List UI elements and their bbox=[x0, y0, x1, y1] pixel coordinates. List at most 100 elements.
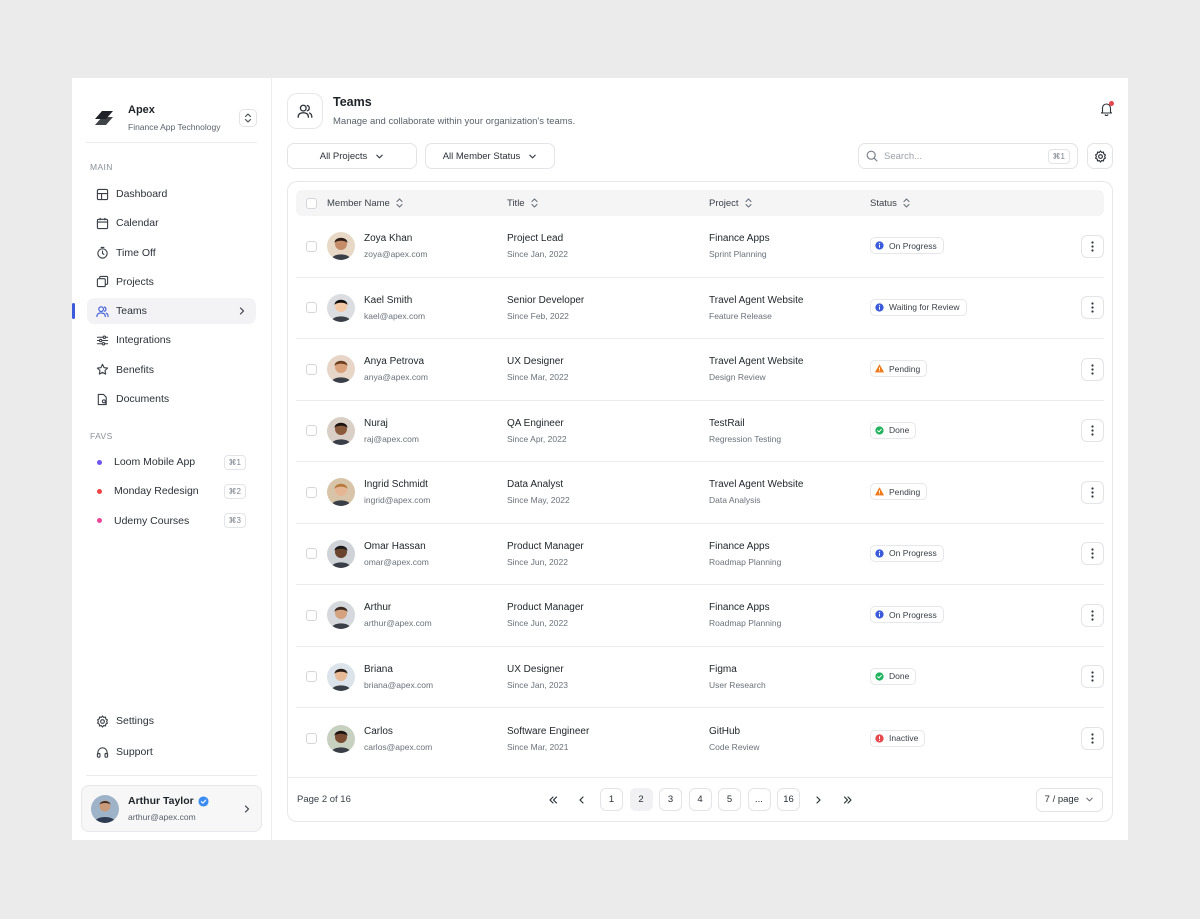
table-row[interactable]: Kael Smith kael@apex.com Senior Develope… bbox=[296, 278, 1104, 339]
status-filter-label: All Member Status bbox=[442, 150, 521, 162]
column-header-project[interactable]: Project bbox=[709, 198, 870, 209]
more-vertical-icon bbox=[1091, 610, 1094, 621]
notifications-button[interactable] bbox=[1100, 101, 1114, 121]
row-checkbox[interactable] bbox=[306, 486, 317, 498]
calendar-icon bbox=[96, 217, 109, 229]
member-title: QA Engineer bbox=[507, 417, 564, 429]
active-indicator bbox=[72, 303, 75, 320]
row-checkbox[interactable] bbox=[306, 609, 317, 621]
page-button[interactable]: 5 bbox=[718, 788, 741, 811]
row-checkbox[interactable] bbox=[306, 733, 317, 745]
sort-icon bbox=[745, 198, 752, 208]
first-page-button[interactable] bbox=[541, 788, 564, 811]
project-name: Travel Agent Website bbox=[709, 356, 804, 368]
sidebar-item-support[interactable]: Support bbox=[87, 739, 256, 765]
row-actions-button[interactable] bbox=[1081, 234, 1104, 258]
row-actions-button[interactable] bbox=[1081, 296, 1104, 320]
row-actions-button[interactable] bbox=[1081, 480, 1104, 504]
last-page-icon bbox=[843, 795, 852, 804]
fav-item-monday-redesign[interactable]: Monday Redesign ⌘2 bbox=[87, 478, 256, 504]
page-button[interactable]: 16 bbox=[777, 788, 800, 811]
sidebar-item-calendar[interactable]: Calendar bbox=[87, 210, 256, 236]
color-dot-icon bbox=[97, 488, 102, 494]
table-row[interactable]: Ingrid Schmidt ingrid@apex.com Data Anal… bbox=[296, 462, 1104, 524]
row-actions-button[interactable] bbox=[1081, 542, 1104, 566]
row-actions-button[interactable] bbox=[1081, 357, 1104, 381]
avatar bbox=[327, 601, 355, 630]
workspace-switcher[interactable]: Apex Finance App Technology bbox=[92, 94, 257, 142]
member-email: carlos@apex.com bbox=[364, 741, 433, 752]
table-row[interactable]: Arthur arthur@apex.com Product Manager S… bbox=[296, 585, 1104, 647]
chevron-right-icon bbox=[239, 307, 245, 315]
prev-page-icon bbox=[579, 795, 584, 804]
sidebar-item-teams[interactable]: Teams bbox=[72, 298, 256, 325]
row-actions-button[interactable] bbox=[1081, 665, 1104, 689]
divider bbox=[86, 142, 257, 143]
row-checkbox[interactable] bbox=[306, 425, 317, 437]
member-title: Project Lead bbox=[507, 233, 564, 245]
member-email: arthur@apex.com bbox=[364, 618, 432, 629]
select-all-checkbox[interactable] bbox=[306, 197, 317, 209]
member-name: Ingrid Schmidt bbox=[364, 479, 428, 491]
column-header-title[interactable]: Title bbox=[507, 198, 709, 209]
row-checkbox[interactable] bbox=[306, 240, 317, 252]
column-header-status[interactable]: Status bbox=[870, 198, 1050, 209]
column-header-name[interactable]: Member Name bbox=[327, 198, 507, 209]
sidebar-item-projects[interactable]: Projects bbox=[87, 269, 256, 295]
user-profile-card[interactable]: Arthur Taylor arthur@apex.com bbox=[81, 785, 262, 832]
row-checkbox[interactable] bbox=[306, 548, 317, 560]
search-input[interactable] bbox=[884, 150, 1044, 162]
sidebar-item-settings[interactable]: Settings bbox=[87, 708, 256, 734]
table-row[interactable]: Anya Petrova anya@apex.com UX Designer S… bbox=[296, 339, 1104, 401]
alert-circle-icon bbox=[875, 734, 884, 743]
table-row[interactable]: Omar Hassan omar@apex.com Product Manage… bbox=[296, 524, 1104, 585]
info-icon bbox=[875, 303, 884, 312]
table-settings-button[interactable] bbox=[1087, 143, 1113, 169]
sidebar-item-integrations[interactable]: Integrations bbox=[87, 327, 256, 353]
row-actions-button[interactable] bbox=[1081, 419, 1104, 443]
project-task: Code Review bbox=[709, 741, 760, 752]
sidebar-item-benefits[interactable]: Benefits bbox=[87, 357, 256, 383]
status-label: Done bbox=[889, 671, 910, 682]
project-name: Finance Apps bbox=[709, 602, 770, 614]
status-filter-dropdown[interactable]: All Member Status bbox=[425, 143, 555, 169]
fav-item-loom-mobile-app[interactable]: Loom Mobile App ⌘1 bbox=[87, 449, 256, 475]
member-since: Since Jun, 2022 bbox=[507, 618, 568, 629]
page-button[interactable]: 4 bbox=[688, 788, 712, 811]
info-icon bbox=[875, 241, 884, 250]
prev-page-button[interactable] bbox=[571, 788, 594, 811]
status-label: Pending bbox=[889, 363, 921, 374]
projects-filter-dropdown[interactable]: All Projects bbox=[287, 143, 417, 169]
row-checkbox[interactable] bbox=[306, 671, 317, 683]
row-checkbox[interactable] bbox=[306, 302, 317, 314]
sliders-icon bbox=[96, 335, 109, 346]
sidebar-item-documents[interactable]: Documents bbox=[87, 386, 256, 412]
column-label: Member Name bbox=[327, 197, 390, 209]
member-since: Since Feb, 2022 bbox=[507, 310, 569, 321]
page-button[interactable]: 3 bbox=[659, 788, 682, 811]
member-name: Arthur bbox=[364, 602, 392, 614]
page-ellipsis: ... bbox=[747, 788, 771, 811]
per-page-dropdown[interactable]: 7 / page bbox=[1035, 787, 1103, 812]
row-actions-button[interactable] bbox=[1081, 727, 1104, 751]
project-task: Roadmap Planning bbox=[709, 556, 782, 567]
sidebar-item-time-off[interactable]: Time Off bbox=[87, 240, 256, 266]
table-row[interactable]: Carlos carlos@apex.com Software Engineer… bbox=[296, 708, 1104, 770]
workspace-switch-button[interactable] bbox=[239, 109, 257, 127]
table-row[interactable]: Zoya Khan zoya@apex.com Project Lead Sin… bbox=[296, 216, 1104, 278]
last-page-button[interactable] bbox=[836, 788, 859, 811]
projects-filter-label: All Projects bbox=[319, 150, 368, 162]
member-since: Since Jun, 2022 bbox=[507, 556, 568, 567]
chevron-down-icon bbox=[529, 154, 537, 158]
sidebar-item-dashboard[interactable]: Dashboard bbox=[87, 181, 256, 207]
status-label: Done bbox=[889, 425, 910, 436]
table-row[interactable]: Briana briana@apex.com UX Designer Since… bbox=[296, 647, 1104, 708]
row-actions-button[interactable] bbox=[1081, 603, 1104, 627]
table-row[interactable]: Nuraj raj@apex.com QA Engineer Since Apr… bbox=[296, 401, 1104, 462]
page-button[interactable]: 2 bbox=[629, 788, 653, 811]
next-page-button[interactable] bbox=[807, 788, 830, 811]
apex-logo-icon bbox=[95, 111, 113, 125]
page-button[interactable]: 1 bbox=[600, 788, 623, 811]
row-checkbox[interactable] bbox=[306, 363, 317, 375]
fav-item-udemy-courses[interactable]: Udemy Courses ⌘3 bbox=[87, 508, 256, 534]
